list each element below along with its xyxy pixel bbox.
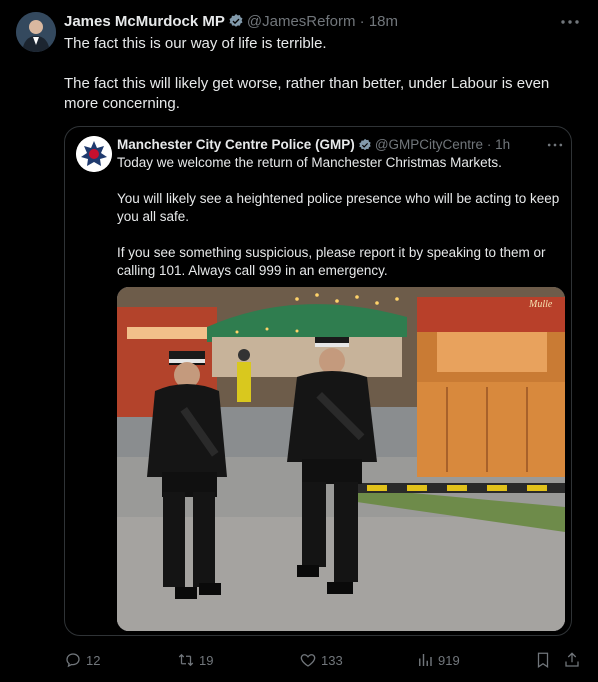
quote-author-handle[interactable]: @GMPCityCentre — [375, 137, 483, 152]
quote-author-name[interactable]: Manchester City Centre Police (GMP) — [117, 137, 355, 152]
quote-text: Today we welcome the return of Mancheste… — [117, 154, 562, 298]
more-options-icon[interactable] — [558, 10, 582, 34]
tweet-paragraph: The fact this is our way of life is terr… — [64, 35, 327, 52]
quote-header: Manchester City Centre Police (GMP) @GMPC… — [117, 136, 559, 154]
share-icon — [565, 652, 579, 667]
heart-icon — [300, 654, 316, 667]
repost-count: 19 — [199, 652, 214, 668]
more-options-icon[interactable] — [545, 135, 565, 155]
like-button[interactable]: 133 — [299, 648, 343, 672]
author-avatar[interactable] — [16, 12, 56, 52]
tweet-actions: 12 19 133 919 — [64, 648, 584, 672]
views-chart-icon — [419, 654, 432, 666]
tweet-header: James McMurdock MP @JamesReform · 18m — [64, 12, 582, 32]
quote-timestamp[interactable]: 1h — [495, 137, 510, 152]
quote-paragraph: You will likely see a heightened police … — [117, 191, 560, 224]
bookmark-icon — [537, 652, 549, 668]
separator-dot: · — [486, 137, 492, 152]
reply-count: 12 — [86, 652, 101, 668]
share-button[interactable] — [563, 648, 581, 672]
quote-paragraph: If you see something suspicious, please … — [117, 245, 546, 278]
quoted-tweet[interactable]: Manchester City Centre Police (GMP) @GMPC… — [64, 126, 572, 636]
views-button[interactable]: 919 — [416, 648, 460, 672]
author-name[interactable]: James McMurdock MP — [64, 13, 225, 30]
verified-badge-icon — [228, 13, 244, 35]
quote-paragraph: Today we welcome the return of Mancheste… — [117, 155, 502, 170]
reply-icon — [66, 653, 80, 668]
quote-author-avatar[interactable] — [76, 136, 112, 172]
stall-sign: Mulle — [528, 299, 553, 310]
author-handle[interactable]: @JamesReform — [247, 13, 356, 30]
tweet-text: The fact this is our way of life is terr… — [64, 34, 574, 134]
views-count: 919 — [438, 652, 460, 668]
separator-dot: · — [359, 13, 365, 30]
repost-icon — [178, 653, 194, 667]
tweet-timestamp[interactable]: 18m — [369, 13, 398, 30]
bookmark-button[interactable] — [534, 648, 552, 672]
repost-button[interactable]: 19 — [177, 648, 213, 672]
tweet-paragraph: The fact this will likely get worse, rat… — [64, 75, 550, 112]
reply-button[interactable]: 12 — [64, 648, 100, 672]
police-photo[interactable]: Mulle — [117, 287, 565, 631]
like-count: 133 — [321, 652, 343, 668]
tweet[interactable]: James McMurdock MP @JamesReform · 18m The… — [0, 0, 598, 682]
